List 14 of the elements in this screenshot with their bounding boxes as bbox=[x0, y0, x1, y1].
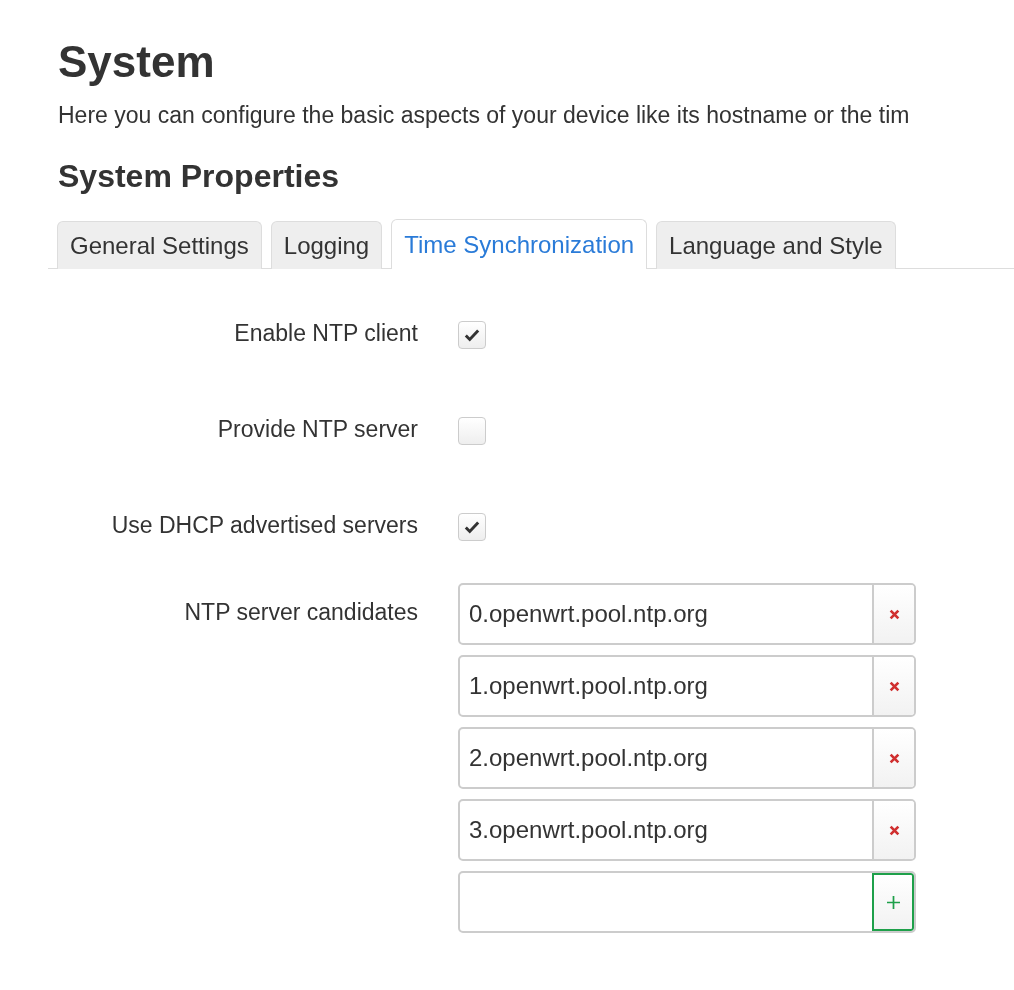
field-label: Provide NTP server bbox=[216, 415, 418, 444]
checkbox[interactable] bbox=[458, 321, 486, 349]
field-label: NTP server candidates bbox=[183, 598, 418, 627]
field-label: Use DHCP advertised servers bbox=[110, 511, 418, 540]
field-label: Enable NTP client bbox=[233, 319, 418, 348]
tab[interactable]: Time Synchronization bbox=[391, 219, 648, 269]
tab[interactable]: Language and Style bbox=[656, 221, 896, 269]
tab[interactable]: Logging bbox=[270, 221, 383, 269]
page-title: System bbox=[58, 36, 216, 88]
tab[interactable]: General Settings bbox=[57, 221, 262, 269]
page-description: Here you can configure the basic aspects of your device like its hostname or the tim bbox=[58, 101, 911, 130]
section-title: System Properties bbox=[58, 157, 340, 196]
checkbox[interactable] bbox=[458, 417, 486, 445]
checkbox[interactable] bbox=[458, 513, 486, 541]
